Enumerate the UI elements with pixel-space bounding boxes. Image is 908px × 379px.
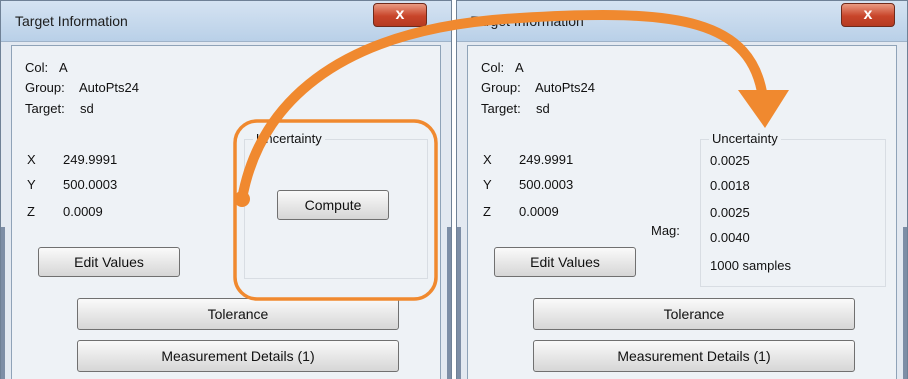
target-value: sd [80, 101, 94, 116]
close-button[interactable]: x [373, 3, 427, 27]
uncertainty-z-value: 0.0025 [710, 205, 750, 220]
measurement-details-button[interactable]: Measurement Details (1) [533, 340, 855, 372]
col-value: A [59, 60, 68, 75]
col-value: A [515, 60, 524, 75]
dialog-title: Target Information [15, 13, 128, 29]
tolerance-label: Tolerance [663, 306, 725, 322]
tolerance-button[interactable]: Tolerance [533, 298, 855, 330]
col-label: Col: [25, 60, 49, 75]
uncertainty-x-value: 0.0025 [710, 153, 750, 168]
compute-button[interactable]: Compute [277, 190, 389, 220]
group-label: Group: [481, 80, 521, 95]
close-icon: x [395, 6, 405, 23]
dialog-client-area: Col: A Group: AutoPts24 Target: sd X 249… [11, 45, 441, 379]
y-value: 500.0003 [63, 177, 118, 192]
uncertainty-y-value: 0.0018 [710, 178, 750, 193]
uncertainty-groupbox: Uncertainty 0.0025 0.0018 0.0025 0.0040 … [700, 131, 886, 287]
close-button[interactable]: x [841, 3, 895, 27]
y-label: Y [27, 177, 36, 192]
y-value: 500.0003 [519, 177, 574, 192]
edit-values-button[interactable]: Edit Values [494, 247, 636, 277]
target-value: sd [536, 101, 550, 116]
side-scroll-strip [447, 227, 451, 379]
x-value: 249.9991 [63, 152, 118, 167]
measurement-details-label: Measurement Details (1) [617, 348, 771, 364]
title-bar[interactable]: Target Information x [457, 1, 907, 42]
tolerance-button[interactable]: Tolerance [77, 298, 399, 330]
samples-count: 1000 samples [710, 258, 791, 273]
z-label: Z [27, 204, 35, 219]
target-info-dialog-after: Target Information x Col: A Group: AutoP… [456, 0, 908, 379]
uncertainty-groupbox: Uncertainty Compute [244, 131, 428, 279]
dialog-client-area: Col: A Group: AutoPts24 Target: sd X 249… [467, 45, 897, 379]
edit-values-button[interactable]: Edit Values [38, 247, 180, 277]
x-label: X [483, 152, 492, 167]
target-label: Target: [25, 101, 65, 116]
group-label: Group: [25, 80, 65, 95]
edit-values-label: Edit Values [74, 254, 144, 270]
uncertainty-mag-value: 0.0040 [710, 230, 750, 245]
group-value: AutoPts24 [79, 80, 139, 95]
side-scroll-strip [457, 227, 461, 379]
edit-values-label: Edit Values [530, 254, 600, 270]
y-label: Y [483, 177, 492, 192]
uncertainty-label: Uncertainty [253, 131, 325, 146]
uncertainty-label: Uncertainty [709, 131, 781, 146]
x-value: 249.9991 [519, 152, 574, 167]
mag-label: Mag: [651, 223, 680, 238]
measurement-details-label: Measurement Details (1) [161, 348, 315, 364]
target-info-dialog-before: Target Information x Col: A Group: AutoP… [0, 0, 452, 379]
z-label: Z [483, 204, 491, 219]
compute-button-label: Compute [304, 197, 362, 213]
tolerance-label: Tolerance [207, 306, 269, 322]
x-label: X [27, 152, 36, 167]
group-value: AutoPts24 [535, 80, 595, 95]
title-bar[interactable]: Target Information x [1, 1, 451, 42]
side-scroll-strip [1, 227, 5, 379]
col-label: Col: [481, 60, 505, 75]
side-scroll-strip [903, 227, 907, 379]
measurement-details-button[interactable]: Measurement Details (1) [77, 340, 399, 372]
target-label: Target: [481, 101, 521, 116]
dialog-title: Target Information [471, 13, 584, 29]
z-value: 0.0009 [519, 204, 559, 219]
close-icon: x [863, 6, 873, 23]
z-value: 0.0009 [63, 204, 103, 219]
